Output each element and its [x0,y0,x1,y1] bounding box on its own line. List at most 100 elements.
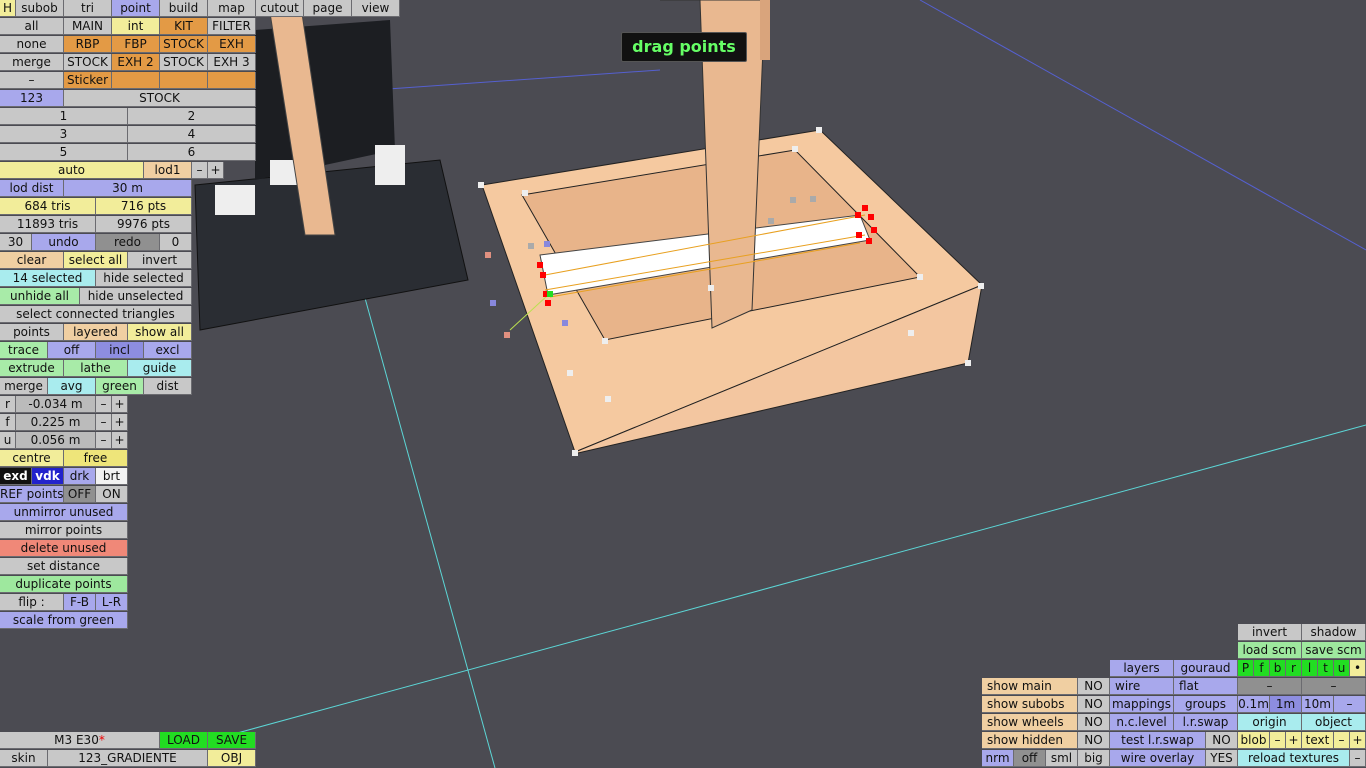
view-p-button[interactable]: P [1238,660,1254,677]
groups-button[interactable]: groups [1174,696,1238,713]
reload-minus-button[interactable]: – [1350,750,1366,767]
view-t-button[interactable]: t [1318,660,1334,677]
free-button[interactable]: free [64,450,128,467]
subob-int[interactable]: int [112,18,160,35]
extrude-button[interactable]: extrude [0,360,64,377]
nc-level-button[interactable]: n.c.level [1110,714,1174,731]
load-button[interactable]: LOAD [160,732,208,749]
layered-button[interactable]: layered [64,324,128,341]
hide-selected-button[interactable]: hide selected [96,270,192,287]
object-button[interactable]: object [1302,714,1366,731]
subob-sticker[interactable]: Sticker [64,72,112,89]
r-plus-button[interactable]: + [112,396,128,413]
exd-button[interactable]: exd [0,468,32,485]
car-name[interactable]: M3 E30* [0,732,160,749]
step-1m-button[interactable]: 1m [1270,696,1302,713]
layer-1[interactable]: 1 [0,108,128,125]
subob-kit[interactable]: KIT [160,18,208,35]
shadow-button[interactable]: shadow [1302,624,1366,641]
subob-filter[interactable]: FILTER [208,18,256,35]
show-main-toggle[interactable]: NO [1078,678,1110,695]
duplicate-points-button[interactable]: duplicate points [0,576,128,593]
step-minus-button[interactable]: – [1334,696,1366,713]
size-sml-button[interactable]: sml [1046,750,1078,767]
lathe-button[interactable]: lathe [64,360,128,377]
select-connected-button[interactable]: select connected triangles [0,306,192,323]
dist-button[interactable]: dist [144,378,192,395]
view-r-button[interactable]: r [1286,660,1302,677]
step-0-1m-button[interactable]: 0.1m [1238,696,1270,713]
undo-button[interactable]: undo [32,234,96,251]
obj-button[interactable]: OBJ [208,750,256,767]
view-l-button[interactable]: l [1302,660,1318,677]
lr-swap-button[interactable]: l.r.swap [1174,714,1238,731]
flip-lr-button[interactable]: L-R [96,594,128,611]
tab-tri[interactable]: tri [64,0,112,17]
r-minus-button[interactable]: – [96,396,112,413]
layer-123[interactable]: 123 [0,90,64,107]
subob-stock-2[interactable]: STOCK [64,54,112,71]
f-plus-button[interactable]: + [112,414,128,431]
subob-empty-2[interactable] [160,72,208,89]
subob-stock-3[interactable]: STOCK [160,54,208,71]
view-f-button[interactable]: f [1254,660,1270,677]
u-plus-button[interactable]: + [112,432,128,449]
merge-points-button[interactable]: merge [0,378,48,395]
show-subobs-toggle[interactable]: NO [1078,696,1110,713]
layer-6[interactable]: 6 [128,144,256,161]
subob-rbp[interactable]: RBP [64,36,112,53]
minus-button[interactable]: – [0,72,64,89]
wire-button[interactable]: wire [1110,678,1174,695]
dash-button-2[interactable]: – [1302,678,1366,695]
blob-plus-button[interactable]: + [1286,732,1302,749]
unhide-all-button[interactable]: unhide all [0,288,80,305]
centre-button[interactable]: centre [0,450,64,467]
invert-view-button[interactable]: invert [1238,624,1302,641]
gouraud-button[interactable]: gouraud [1174,660,1238,677]
r-value[interactable]: -0.034 m [16,396,96,413]
h-button[interactable]: H [0,0,16,17]
tab-view[interactable]: view [352,0,400,17]
set-distance-button[interactable]: set distance [0,558,128,575]
mappings-button[interactable]: mappings [1110,696,1174,713]
delete-unused-button[interactable]: delete unused [0,540,128,557]
flat-button[interactable]: flat [1174,678,1238,695]
show-hidden-toggle[interactable]: NO [1078,732,1110,749]
dash-button-1[interactable]: – [1238,678,1302,695]
tab-map[interactable]: map [208,0,256,17]
lod-auto[interactable]: auto [0,162,144,179]
f-minus-button[interactable]: – [96,414,112,431]
wire-overlay-button[interactable]: wire overlay [1110,750,1206,767]
subob-exh-2[interactable]: EXH 2 [112,54,160,71]
reload-textures-button[interactable]: reload textures [1238,750,1350,767]
mirror-points-button[interactable]: mirror points [0,522,128,539]
u-minus-button[interactable]: – [96,432,112,449]
merge-subobs[interactable]: merge [0,54,64,71]
subob-stock[interactable]: STOCK [160,36,208,53]
tab-build[interactable]: build [160,0,208,17]
layer-2[interactable]: 2 [128,108,256,125]
hide-unselected-button[interactable]: hide unselected [80,288,192,305]
lod-plus-button[interactable]: + [208,162,224,179]
redo-button[interactable]: redo [96,234,160,251]
view-u-button[interactable]: u [1334,660,1350,677]
layer-stock[interactable]: STOCK [64,90,256,107]
load-scm-button[interactable]: load scm [1238,642,1302,659]
save-button[interactable]: SAVE [208,732,256,749]
blob-minus-button[interactable]: – [1270,732,1286,749]
view-dot-button[interactable]: • [1350,660,1366,677]
vdk-button[interactable]: vdk [32,468,64,485]
subob-exh-3[interactable]: EXH 3 [208,54,256,71]
view-b-button[interactable]: b [1270,660,1286,677]
lod-minus-button[interactable]: – [192,162,208,179]
subob-empty-3[interactable] [208,72,256,89]
show-wheels-toggle[interactable]: NO [1078,714,1110,731]
show-all-button[interactable]: show all [128,324,192,341]
text-minus-button[interactable]: – [1334,732,1350,749]
drk-button[interactable]: drk [64,468,96,485]
size-nrm-button[interactable]: nrm [982,750,1014,767]
layer-5[interactable]: 5 [0,144,128,161]
trace-incl-button[interactable]: incl [96,342,144,359]
layer-3[interactable]: 3 [0,126,128,143]
ref-on-button[interactable]: ON [96,486,128,503]
